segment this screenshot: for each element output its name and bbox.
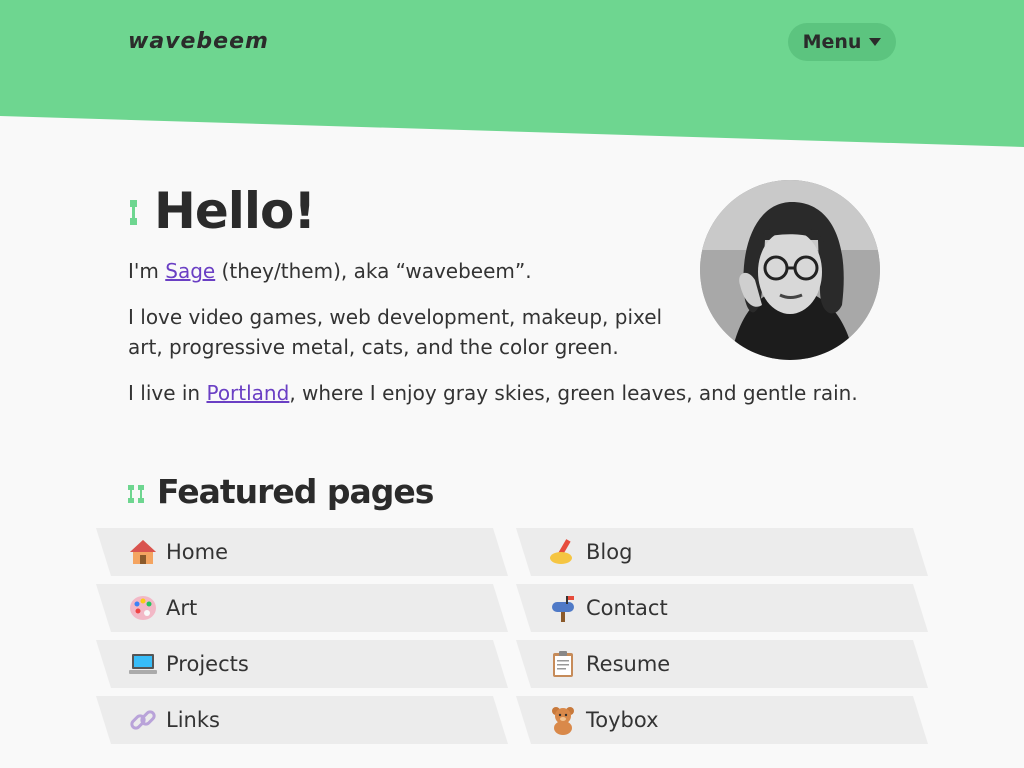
- featured-link-contact[interactable]: Contact: [516, 584, 928, 632]
- intro-text: , where I enjoy gray skies, green leaves…: [289, 381, 858, 405]
- heading-marker-icon: [128, 485, 134, 503]
- menu-button[interactable]: Menu: [788, 23, 896, 61]
- caret-down-icon: [869, 38, 882, 46]
- featured-link-label: Contact: [586, 596, 668, 620]
- featured-link-links[interactable]: Links: [96, 696, 508, 744]
- intro-name-line: I'm Sage (they/them), aka “wavebeem”.: [128, 256, 532, 286]
- avatar: [700, 180, 880, 360]
- featured-link-art[interactable]: Art: [96, 584, 508, 632]
- clipboard-icon: [548, 649, 578, 679]
- menu-button-label: Menu: [802, 31, 862, 53]
- intro-text: (they/them), aka “wavebeem”.: [215, 259, 532, 283]
- heading-marker-icon: [130, 200, 137, 225]
- featured-link-toybox[interactable]: Toybox: [516, 696, 928, 744]
- featured-link-label: Art: [166, 596, 198, 620]
- intro-location-line: I live in Portland, where I enjoy gray s…: [128, 378, 858, 408]
- featured-pages-heading: Featured pages: [157, 472, 434, 511]
- intro-text: I live in: [128, 381, 207, 405]
- featured-link-label: Home: [166, 540, 229, 564]
- name-link[interactable]: Sage: [165, 259, 215, 283]
- palette-icon: [128, 593, 158, 623]
- featured-link-projects[interactable]: Projects: [96, 640, 508, 688]
- featured-link-resume[interactable]: Resume: [516, 640, 928, 688]
- link-icon: [128, 705, 158, 735]
- city-link[interactable]: Portland: [206, 381, 289, 405]
- teddy-bear-icon: [548, 705, 578, 735]
- featured-link-home[interactable]: Home: [96, 528, 508, 576]
- laptop-icon: [128, 649, 158, 679]
- featured-link-label: Blog: [586, 540, 633, 564]
- mailbox-icon: [548, 593, 578, 623]
- page-title: Hello!: [154, 182, 316, 240]
- featured-link-label: Projects: [166, 652, 249, 676]
- intro-interests: I love video games, web development, mak…: [128, 305, 663, 359]
- featured-link-label: Links: [166, 708, 220, 732]
- intro-text: I'm: [128, 259, 166, 283]
- featured-link-blog[interactable]: Blog: [516, 528, 928, 576]
- featured-link-label: Toybox: [586, 708, 659, 732]
- featured-link-label: Resume: [586, 652, 671, 676]
- writing-hand-icon: [548, 537, 578, 567]
- heading-marker-icon: [138, 485, 144, 503]
- site-logo[interactable]: wavebeem: [128, 28, 269, 56]
- house-icon: [128, 537, 158, 567]
